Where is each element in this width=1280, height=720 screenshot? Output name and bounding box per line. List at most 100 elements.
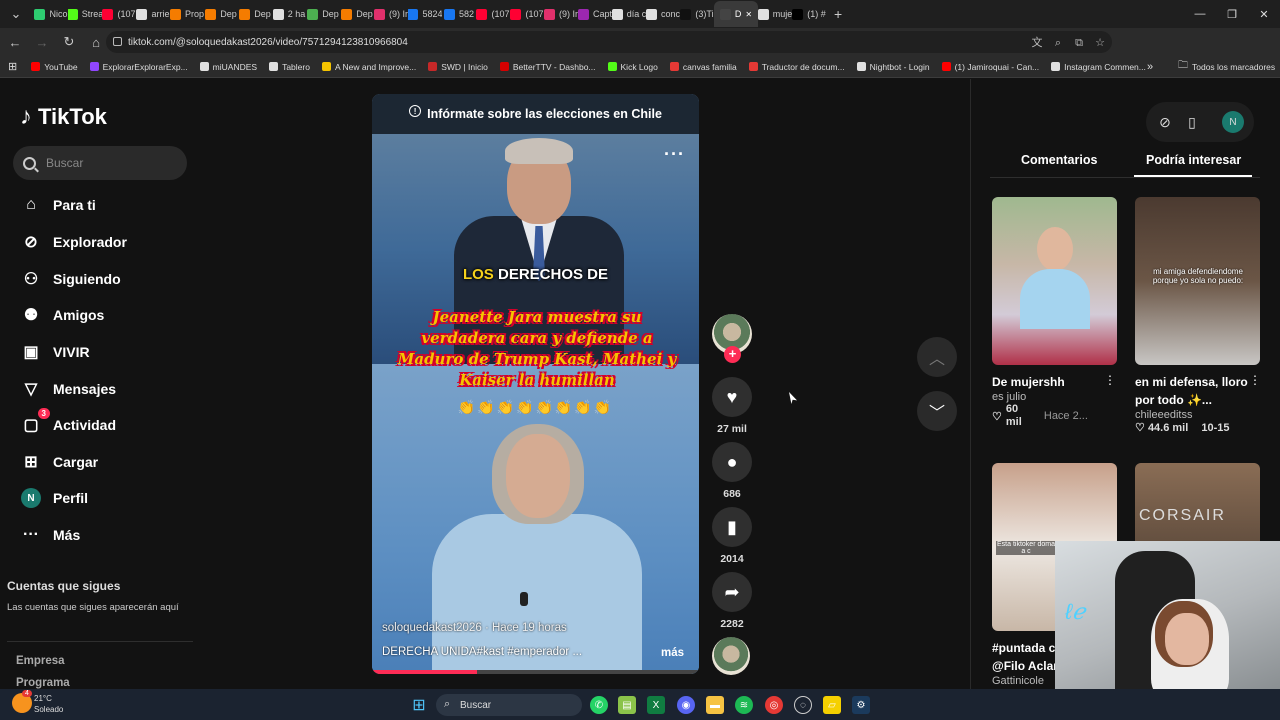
browser-tab[interactable]: 582	[442, 1, 476, 27]
excel-icon[interactable]: X	[647, 696, 665, 714]
sidebar-item-mensajes[interactable]: ▽ Mensajes	[20, 375, 116, 403]
suggested-video-card[interactable]: mi amiga defendiendome porque yo sola no…	[1135, 197, 1261, 434]
bookmark-item[interactable]: YouTube	[31, 62, 78, 72]
discord-icon[interactable]: ◉	[677, 696, 695, 714]
tiktok-logo[interactable]: ♪ TikTok	[20, 103, 107, 131]
bookmark-item[interactable]: Traductor de docum...	[748, 62, 845, 72]
notes-icon[interactable]: ▤	[618, 696, 636, 714]
video-more-link[interactable]: más	[661, 647, 684, 659]
bookmark-item[interactable]: (1) Jamiroquai - Can...	[941, 62, 1039, 72]
sidebar-item-siguiendo[interactable]: ⚇ Siguiendo	[20, 265, 121, 293]
browser-tab[interactable]: (107	[102, 1, 136, 27]
browser-tab[interactable]: (107	[510, 1, 544, 27]
sidebar-item-parati[interactable]: ⌂ Para ti	[20, 191, 96, 219]
browser-tab[interactable]: Prop	[170, 1, 204, 27]
footer-link-empresa[interactable]: Empresa	[16, 655, 65, 667]
bookmark-item[interactable]: SWD | Inicio	[428, 62, 488, 72]
profile-avatar-top[interactable]: N	[1218, 107, 1248, 137]
steam-icon[interactable]: ⚙	[852, 696, 870, 714]
browser-tab[interactable]: (3)Ti	[680, 1, 714, 27]
whatsapp-icon[interactable]: ✆	[590, 696, 608, 714]
browser-tab[interactable]: Strea	[68, 1, 102, 27]
translate-icon[interactable]: 文	[1031, 37, 1043, 49]
next-video-chevron-down-icon[interactable]: ﹀	[917, 391, 957, 431]
bookmarks-overflow-icon[interactable]: »	[1147, 61, 1153, 73]
all-bookmarks-folder[interactable]: 🗀 Todos los marcadores	[1178, 58, 1275, 75]
windows-start-icon[interactable]: ⊞	[410, 696, 428, 714]
bookmark-item[interactable]: ExplorarExplorarExp...	[89, 62, 188, 72]
music-disc-avatar[interactable]	[712, 637, 750, 675]
bookmark-item[interactable]: canvas familia	[669, 62, 737, 72]
bookmark-item[interactable]: miUANDES	[199, 62, 257, 72]
browser-tab[interactable]: día c	[612, 1, 646, 27]
obs-icon[interactable]: ◌	[794, 696, 812, 714]
browser-tab[interactable]: (1) #	[792, 1, 826, 27]
device-icon[interactable]: ▯	[1177, 107, 1207, 137]
weather-widget[interactable]: 21°C Soleado	[34, 693, 63, 715]
close-tab-icon[interactable]: ✕	[745, 10, 752, 19]
browser-tab[interactable]: conc	[646, 1, 680, 27]
browser-tab[interactable]: (107	[476, 1, 510, 27]
browser-tab[interactable]: Dep	[306, 1, 340, 27]
browser-tab[interactable]: 2 ha	[272, 1, 306, 27]
file-explorer-icon[interactable]: ▬	[706, 696, 724, 714]
browser-tab[interactable]: Dep	[204, 1, 238, 27]
browser-tab[interactable]: Nico	[34, 1, 68, 27]
browser-tab[interactable]: 5824	[408, 1, 442, 27]
bookmark-star-icon[interactable]: ☆	[1094, 37, 1106, 49]
tab-podria-interesar[interactable]: Podría interesar	[1146, 153, 1241, 167]
browser-tab[interactable]: (9) Ir	[544, 1, 578, 27]
browser-tab[interactable]: Capt	[578, 1, 612, 27]
minimize-icon[interactable]: —	[1184, 0, 1216, 28]
card-menu-icon[interactable]: ⋮	[1104, 373, 1116, 387]
sidebar-item-vivir[interactable]: ▣ VIVIR	[20, 338, 89, 366]
video-progress-bar[interactable]	[372, 670, 699, 674]
browser-tab[interactable]: Dep	[340, 1, 374, 27]
new-tab-button[interactable]: +	[834, 6, 842, 22]
footer-link-programa[interactable]: Programa	[16, 677, 70, 689]
browser-tab[interactable]: Dep	[238, 1, 272, 27]
card-author[interactable]: es julio	[992, 391, 1117, 403]
sticky-notes-icon[interactable]: ▱	[823, 696, 841, 714]
browser-tab[interactable]: muje	[758, 1, 792, 27]
previous-video-chevron-up-icon[interactable]: ︿	[917, 337, 957, 377]
bookmark-item[interactable]: Nightbot - Login	[856, 62, 930, 72]
sidebar-item-cargar[interactable]: ⊞ Cargar	[20, 448, 98, 476]
video-author-line[interactable]: soloquedakast2026 · Hace 19 horas	[382, 622, 567, 634]
card-menu-icon[interactable]: ⋮	[1249, 373, 1261, 387]
browser-tab[interactable]: D ✕	[714, 1, 758, 27]
reload-icon[interactable]: ↻	[57, 30, 81, 54]
spotify-icon[interactable]: ≋	[735, 696, 753, 714]
bookmark-icon[interactable]: ▮	[712, 507, 752, 547]
bookmark-item[interactable]: BetterTTV - Dashbo...	[499, 62, 596, 72]
tab-search-button[interactable]: ⌄	[4, 2, 28, 26]
back-icon[interactable]: ←	[3, 30, 27, 54]
sidebar-item-perfil[interactable]: N Perfil	[20, 484, 88, 512]
browser-tab[interactable]: arrie	[136, 1, 170, 27]
video-thumbnail[interactable]: mi amiga defendiendome porque yo sola no…	[1135, 197, 1260, 365]
browser-tab[interactable]: (9) Ir	[374, 1, 408, 27]
site-info-icon[interactable]	[113, 37, 122, 46]
card-author[interactable]: chileeeditss	[1135, 409, 1260, 421]
zoom-icon[interactable]: ⌕	[1052, 37, 1064, 49]
comment-icon[interactable]: ●	[712, 442, 752, 482]
compass-top-icon[interactable]: ⊘	[1150, 107, 1180, 137]
sidebar-item-ms[interactable]: ··· Más	[20, 521, 80, 549]
weather-icon[interactable]: 4	[12, 690, 32, 713]
like-heart-icon[interactable]: ♥	[712, 377, 752, 417]
share-arrow-icon[interactable]: ➦	[712, 572, 752, 612]
suggested-video-card[interactable]: De mujershh es julio ♡ 60 mil Hace 2... …	[992, 197, 1117, 429]
install-icon[interactable]: ⧉	[1073, 37, 1085, 49]
close-window-icon[interactable]: ✕	[1248, 0, 1280, 28]
election-info-banner[interactable]: ! Infórmate sobre las elecciones en Chil…	[372, 94, 699, 134]
video-thumbnail[interactable]	[992, 197, 1117, 365]
bookmark-item[interactable]: Instagram Commen...	[1051, 62, 1146, 72]
bookmark-item[interactable]: A New and Improve...	[321, 62, 416, 72]
apps-icon[interactable]: ⊞	[8, 60, 17, 73]
sidebar-item-explorador[interactable]: ⊘ Explorador	[20, 228, 127, 256]
video-player[interactable]: ! Infórmate sobre las elecciones en Chil…	[372, 94, 699, 674]
address-bar[interactable]: tiktok.com/@soloquedakast2026/video/7571…	[106, 31, 1112, 53]
tab-comentarios[interactable]: Comentarios	[1021, 153, 1097, 167]
bookmark-item[interactable]: Kick Logo	[607, 62, 658, 72]
forward-icon[interactable]: →	[30, 30, 54, 54]
